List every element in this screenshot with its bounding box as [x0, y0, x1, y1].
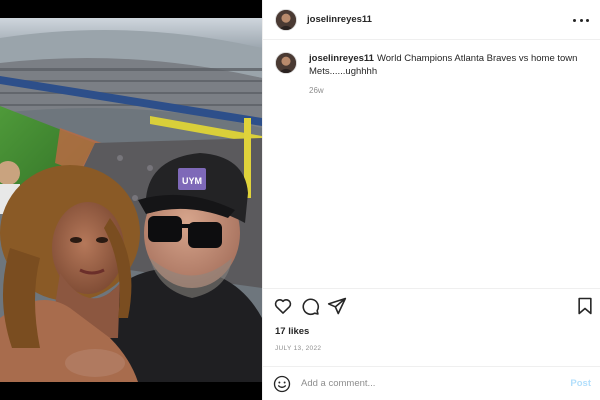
- caption-username[interactable]: joselinreyes11: [309, 53, 374, 64]
- divider: [263, 288, 600, 289]
- comment-input[interactable]: [301, 378, 563, 389]
- caption-text: joselinreyes11 World Champions Atlanta Br…: [309, 52, 591, 97]
- header-username[interactable]: joselinreyes11: [307, 14, 372, 25]
- post-header: joselinreyes11: [263, 0, 600, 40]
- caption-timestamp[interactable]: 26w: [309, 84, 591, 97]
- likes-count[interactable]: 17 likes: [275, 326, 309, 337]
- action-bar: [273, 296, 593, 318]
- comment-bar: Post: [263, 367, 600, 400]
- paper-plane-icon[interactable]: [327, 296, 347, 316]
- smiley-icon[interactable]: [273, 375, 291, 393]
- comment-bubble-icon[interactable]: [300, 296, 320, 316]
- caption-avatar[interactable]: [275, 52, 297, 74]
- caption-block: joselinreyes11 World Champions Atlanta Br…: [275, 52, 591, 97]
- post-side-panel: joselinreyes11 joselinreyes11 World Champ…: [262, 0, 600, 400]
- post-comment-button[interactable]: Post: [570, 378, 591, 389]
- cap-logo-text: UYM: [182, 176, 202, 186]
- post-media[interactable]: UYM: [0, 0, 262, 400]
- post-date: JULY 13, 2022: [275, 345, 322, 352]
- instagram-post: UYM joselinreyes11 joselinreyes11 World …: [0, 0, 600, 400]
- heart-icon[interactable]: [273, 296, 293, 316]
- post-photo: UYM: [0, 18, 262, 382]
- more-options-icon[interactable]: [573, 13, 589, 27]
- avatar[interactable]: [275, 8, 297, 31]
- bookmark-icon[interactable]: [575, 296, 595, 316]
